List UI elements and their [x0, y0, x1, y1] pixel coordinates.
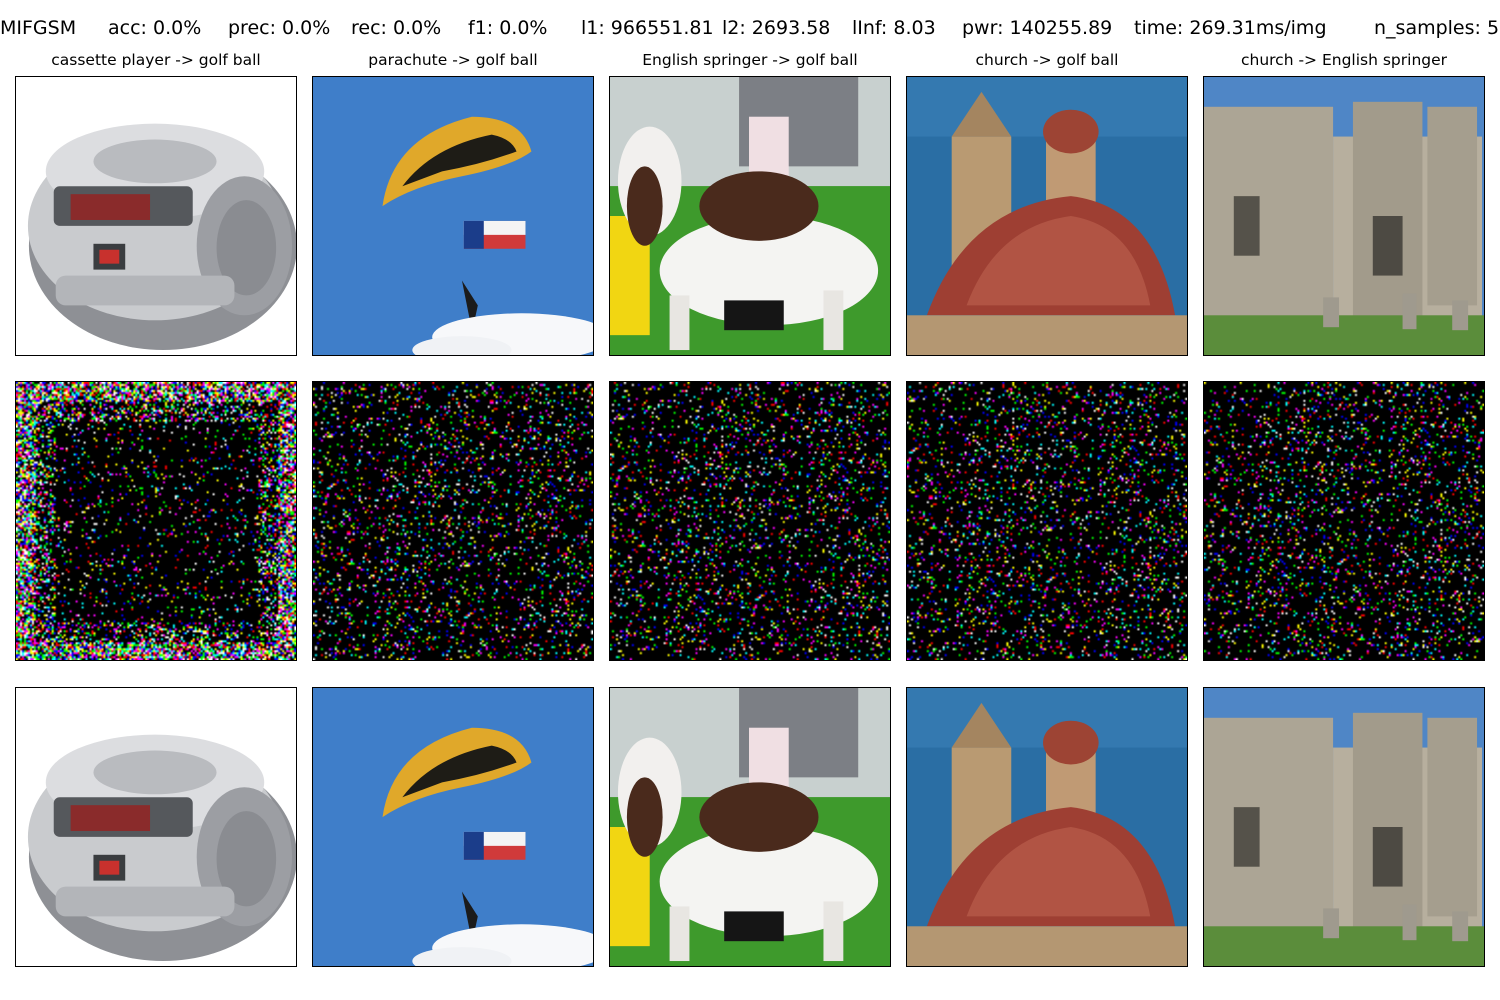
- method-name: MIFGSM: [0, 17, 77, 39]
- original-image-parachute: [312, 76, 594, 356]
- adversarial-image-springer-dog: [609, 687, 891, 967]
- linf-metric: lInf: 8.03: [852, 17, 936, 39]
- adversarial-image-cassette-player: [15, 687, 297, 967]
- f1-metric: f1: 0.0%: [468, 17, 548, 39]
- original-image-springer-dog: [609, 76, 891, 356]
- l2-metric: l2: 2693.58: [722, 17, 831, 39]
- adversarial-image-parachute: [312, 687, 594, 967]
- column-title-1: cassette player -> golf ball: [51, 51, 261, 69]
- time-metric: time: 269.31ms/img: [1134, 17, 1327, 39]
- adversarial-image-church-building: [1203, 687, 1485, 967]
- prec-metric: prec: 0.0%: [228, 17, 331, 39]
- metrics-header: MIFGSM acc: 0.0% prec: 0.0% rec: 0.0% f1…: [0, 16, 1500, 40]
- adversarial-image-church-dome: [906, 687, 1188, 967]
- column-title-2: parachute -> golf ball: [368, 51, 538, 69]
- original-image-church-building: [1203, 76, 1485, 356]
- column-title-5: church -> English springer: [1240, 51, 1448, 69]
- acc-metric: acc: 0.0%: [108, 17, 202, 39]
- original-image-cassette-player: [15, 76, 297, 356]
- rec-metric: rec: 0.0%: [351, 17, 442, 39]
- perturbation-image-church-building: [1203, 381, 1485, 661]
- column-title-3: English springer -> golf ball: [642, 51, 858, 69]
- column-title-4: church -> golf ball: [975, 51, 1119, 69]
- perturbation-image-springer-dog: [609, 381, 891, 661]
- perturbation-image-church-dome: [906, 381, 1188, 661]
- perturbation-image-cassette-player: [15, 381, 297, 661]
- original-image-church-dome: [906, 76, 1188, 356]
- n-samples-metric: n_samples: 5: [1374, 17, 1500, 39]
- l1-metric: l1: 966551.81: [581, 17, 714, 39]
- perturbation-image-parachute: [312, 381, 594, 661]
- pwr-metric: pwr: 140255.89: [962, 17, 1113, 39]
